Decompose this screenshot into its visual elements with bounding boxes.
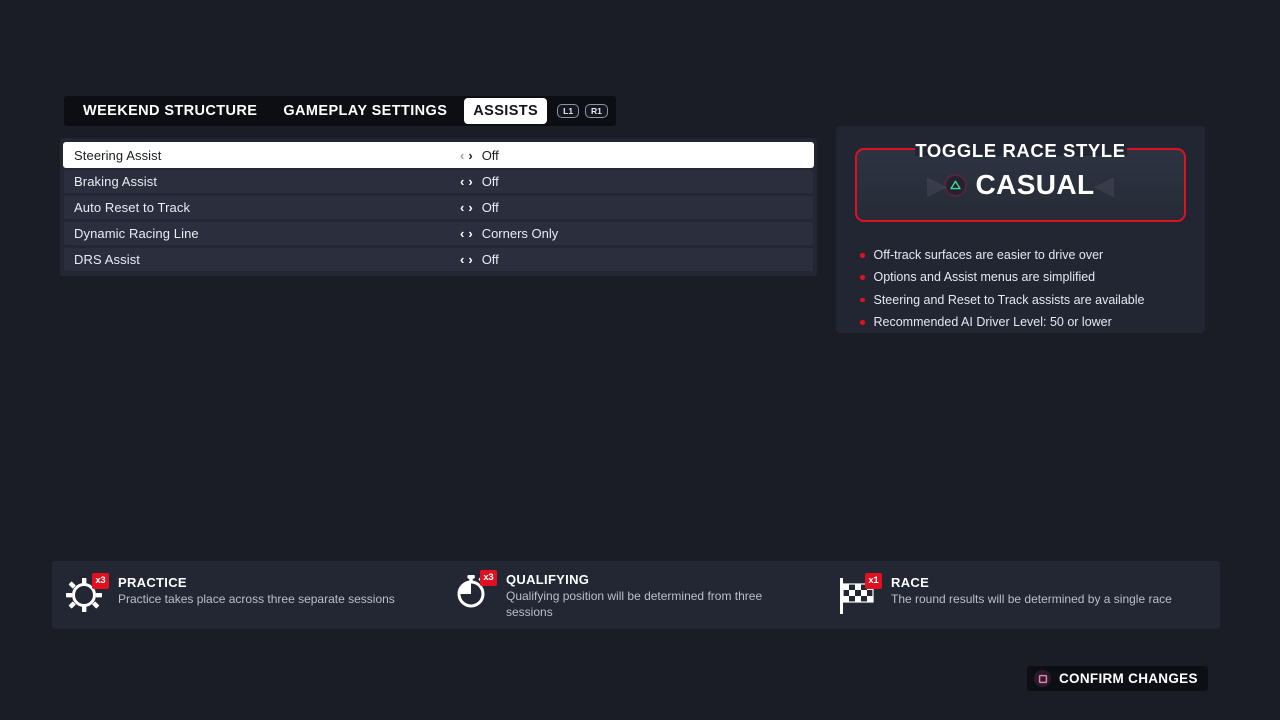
setting-value: Corners Only [481, 226, 559, 241]
chevron-left-icon[interactable]: ‹ [459, 253, 465, 266]
setting-value: Off [481, 174, 499, 189]
chevron-right-icon[interactable]: › [467, 175, 473, 188]
session-text: RACE The round results will be determine… [891, 572, 1172, 608]
r1-button-badge[interactable]: R1 [585, 104, 608, 118]
shoulder-button-hints: L1 R1 [557, 104, 608, 118]
session-text: QUALIFYING Qualifying position will be d… [506, 569, 796, 621]
setting-value-stepper[interactable]: ‹ › Off [459, 200, 499, 215]
chevron-left-icon[interactable]: ‹ [459, 201, 465, 214]
chevron-left-icon[interactable]: ‹ [459, 175, 465, 188]
session-qualifying: x3 QUALIFYING Qualifying position will b… [440, 569, 825, 621]
list-item: Off-track surfaces are easier to drive o… [860, 247, 1191, 264]
session-count-badge: x3 [91, 573, 109, 589]
race-style-panel: TOGGLE RACE STYLE ▶ CASUAL ◀ Off-track s… [836, 126, 1205, 333]
setting-label: DRS Assist [74, 252, 141, 267]
list-item: Options and Assist menus are simplified [860, 269, 1191, 286]
chevron-right-icon[interactable]: › [467, 227, 473, 240]
race-style-prev-arrow-icon[interactable]: ▶ [927, 172, 947, 198]
race-style-value-row[interactable]: ▶ CASUAL ◀ [855, 148, 1186, 222]
chevron-left-icon[interactable]: ‹ [459, 149, 465, 162]
setting-value: Off [481, 252, 499, 267]
chevron-left-icon[interactable]: ‹ [459, 227, 465, 240]
assists-settings-list: Steering Assist ‹ › Off Braking Assist ‹… [60, 138, 817, 276]
session-title: RACE [891, 575, 930, 590]
tab-assists[interactable]: ASSISTS [464, 98, 548, 124]
session-practice: x3 PRACTICE Practice takes place across … [52, 572, 440, 618]
race-style-description-list: Off-track surfaces are easier to drive o… [860, 247, 1191, 337]
tab-gameplay-settings[interactable]: GAMEPLAY SETTINGS [274, 98, 456, 124]
race-style-value: CASUAL [975, 169, 1095, 200]
gear-icon: x3 [64, 573, 109, 618]
weekend-session-summary-bar: x3 PRACTICE Practice takes place across … [52, 561, 1220, 629]
setting-value: Off [481, 147, 499, 163]
setting-row-braking-assist[interactable]: Braking Assist ‹ › Off [64, 170, 813, 193]
session-count-badge: x1 [864, 573, 882, 589]
session-description: Practice takes place across three separa… [118, 592, 395, 606]
bullet-text: Recommended AI Driver Level: 50 or lower [873, 315, 1112, 330]
setting-row-steering-assist[interactable]: Steering Assist ‹ › Off [64, 143, 813, 167]
session-title: PRACTICE [118, 575, 187, 590]
bullet-text: Options and Assist menus are simplified [873, 270, 1096, 285]
session-text: PRACTICE Practice takes place across thr… [118, 572, 395, 608]
bullet-dot-icon [860, 253, 865, 258]
chevron-right-icon[interactable]: › [467, 253, 473, 266]
bullet-dot-icon [860, 320, 865, 325]
list-item: Steering and Reset to Track assists are … [860, 292, 1191, 309]
checkered-flag-icon: x1 [837, 573, 882, 618]
list-item: Recommended AI Driver Level: 50 or lower [860, 314, 1191, 331]
session-title: QUALIFYING [506, 572, 590, 588]
bullet-text: Off-track surfaces are easier to drive o… [873, 248, 1104, 262]
stopwatch-icon: x3 [452, 570, 497, 615]
chevron-right-icon[interactable]: › [467, 201, 473, 214]
tab-weekend-structure[interactable]: WEEKEND STRUCTURE [74, 98, 266, 124]
session-race: x1 RACE The round results will be determ… [825, 572, 1205, 618]
session-description: Qualifying position will be determined f… [506, 589, 763, 619]
game-settings-screen: WEEKEND STRUCTURE GAMEPLAY SETTINGS ASSI… [0, 0, 1280, 720]
playstation-square-icon [1034, 670, 1051, 687]
setting-label: Steering Assist [74, 147, 162, 163]
bullet-dot-icon [860, 275, 865, 280]
setting-value: Off [481, 200, 499, 215]
confirm-changes-label: CONFIRM CHANGES [1059, 671, 1198, 686]
l1-button-badge[interactable]: L1 [557, 104, 580, 118]
setting-value-stepper[interactable]: ‹ › Off [459, 148, 499, 163]
setting-label: Dynamic Racing Line [74, 226, 199, 241]
bullet-dot-icon [860, 297, 865, 303]
settings-tab-bar: WEEKEND STRUCTURE GAMEPLAY SETTINGS ASSI… [64, 96, 616, 126]
setting-row-dynamic-racing-line[interactable]: Dynamic Racing Line ‹ › Corners Only [64, 222, 813, 245]
session-count-badge: x3 [479, 570, 497, 586]
setting-row-auto-reset-to-track[interactable]: Auto Reset to Track ‹ › Off [64, 196, 813, 219]
setting-value-stepper[interactable]: ‹ › Corners Only [459, 226, 558, 241]
setting-label: Auto Reset to Track [74, 200, 191, 215]
session-description: The round results will be determined by … [891, 592, 1172, 606]
playstation-triangle-icon [946, 175, 966, 195]
confirm-changes-button[interactable]: CONFIRM CHANGES [1027, 666, 1208, 691]
setting-label: Braking Assist [74, 174, 158, 189]
chevron-right-icon[interactable]: › [467, 149, 473, 162]
setting-row-drs-assist[interactable]: DRS Assist ‹ › Off [64, 248, 813, 271]
setting-value-stepper[interactable]: ‹ › Off [459, 174, 499, 189]
race-style-next-arrow-icon[interactable]: ◀ [1094, 172, 1114, 198]
bullet-text: Steering and Reset to Track assists are … [873, 292, 1145, 307]
setting-value-stepper[interactable]: ‹ › Off [459, 252, 499, 267]
